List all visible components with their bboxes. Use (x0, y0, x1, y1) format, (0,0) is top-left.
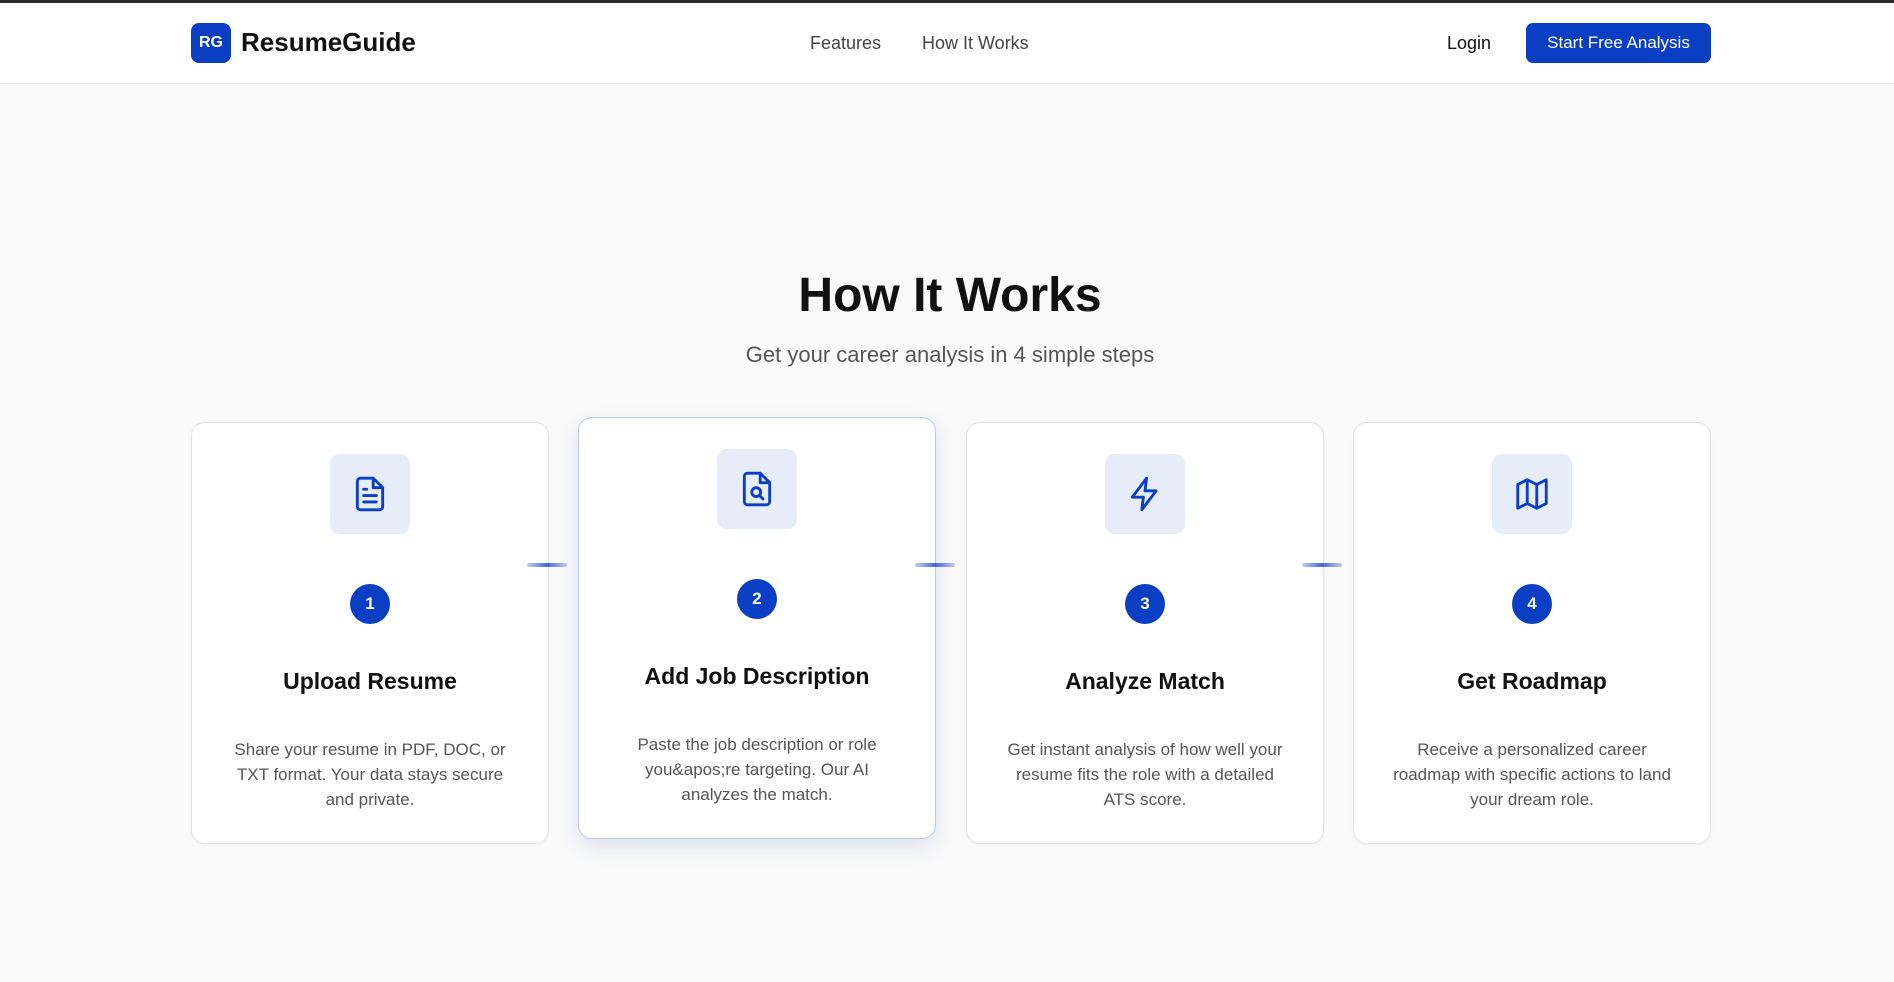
step-description: Paste the job description or role you&ap… (637, 735, 877, 804)
step-card-analyze-match: 3 Analyze Match Get instant analysis of … (966, 422, 1324, 844)
brand-name[interactable]: ResumeGuide (241, 27, 416, 58)
step-description: Share your resume in PDF, DOC, or TXT fo… (234, 740, 506, 809)
section-title: How It Works (798, 269, 1102, 322)
site-header: RG ResumeGuide Features How It Works Log… (0, 3, 1894, 84)
file-search-icon (717, 449, 797, 529)
step-title: Upload Resume (283, 668, 457, 694)
step-title: Get Roadmap (1457, 668, 1607, 694)
nav-link-features[interactable]: Features (810, 33, 881, 54)
step-number: 3 (1125, 584, 1165, 624)
step-connector (527, 563, 567, 567)
lightning-icon (1105, 454, 1185, 534)
step-description: Get instant analysis of how well your re… (1007, 740, 1283, 809)
step-number: 4 (1512, 584, 1552, 624)
document-icon (330, 454, 410, 534)
step-description: Receive a personalized career roadmap wi… (1393, 740, 1671, 809)
step-connector (915, 563, 955, 567)
step-card-get-roadmap: 4 Get Roadmap Receive a personalized car… (1353, 422, 1711, 844)
login-link[interactable]: Login (1447, 33, 1491, 54)
map-icon (1492, 454, 1572, 534)
step-connector (1302, 563, 1342, 567)
step-title: Analyze Match (1065, 668, 1225, 694)
step-card-upload-resume: 1 Upload Resume Share your resume in PDF… (191, 422, 549, 844)
section-subtitle: Get your career analysis in 4 simple ste… (745, 342, 1155, 367)
step-number: 1 (350, 584, 390, 624)
step-number: 2 (737, 579, 777, 619)
step-card-add-job-description: 2 Add Job Description Paste the job desc… (578, 417, 936, 839)
step-title: Add Job Description (644, 663, 870, 689)
start-free-analysis-button[interactable]: Start Free Analysis (1526, 23, 1711, 63)
nav-link-how-it-works[interactable]: How It Works (922, 33, 1029, 54)
logo-icon[interactable]: RG (191, 23, 231, 63)
